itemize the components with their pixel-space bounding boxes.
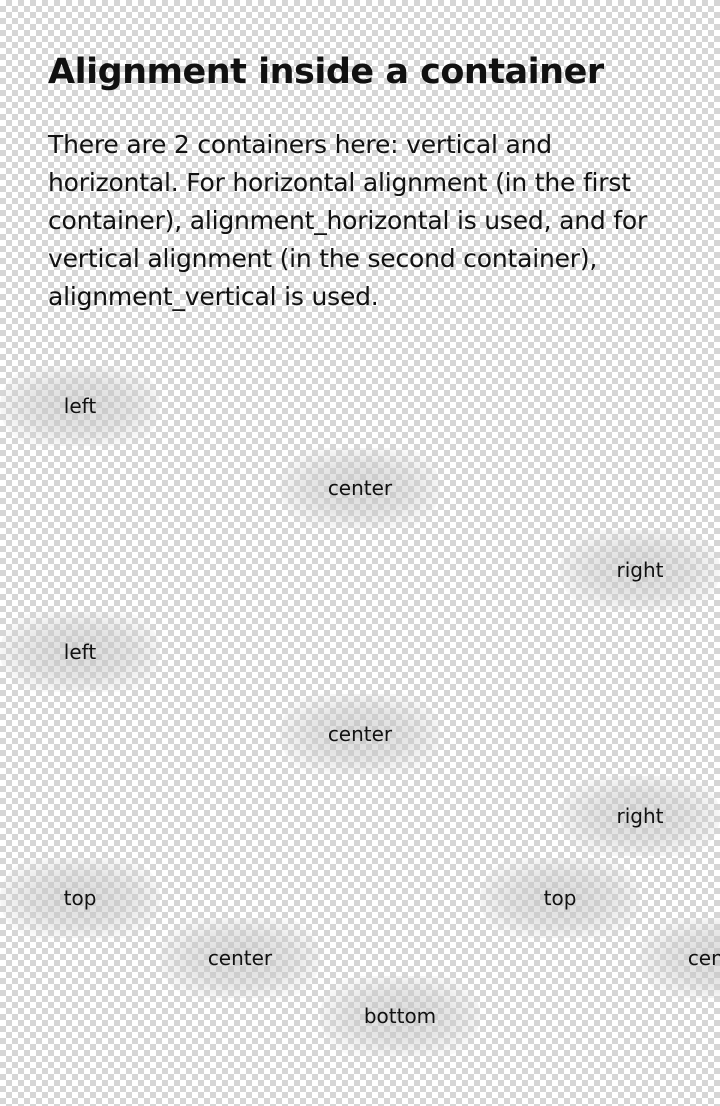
chip-center: center [640,918,720,998]
horizontal-alignment-container: left center right [0,366,720,612]
chip-left: left [0,366,160,446]
chip-top: top [480,858,640,938]
chip-center: center [280,694,440,774]
chip-left: left [0,612,160,692]
horizontal-alignment-container-2: left center right [0,612,720,858]
chip-top: top [0,858,160,938]
vertical-alignment-container: top center bottom top center [0,858,720,1106]
chip-right: right [560,530,720,610]
page-title: Alignment inside a container [48,52,604,92]
chip-right: right [560,776,720,856]
chip-center: center [160,918,320,998]
chip-center: center [280,448,440,528]
page-description: There are 2 containers here: vertical an… [48,130,648,311]
chip-bottom: bottom [320,976,480,1056]
